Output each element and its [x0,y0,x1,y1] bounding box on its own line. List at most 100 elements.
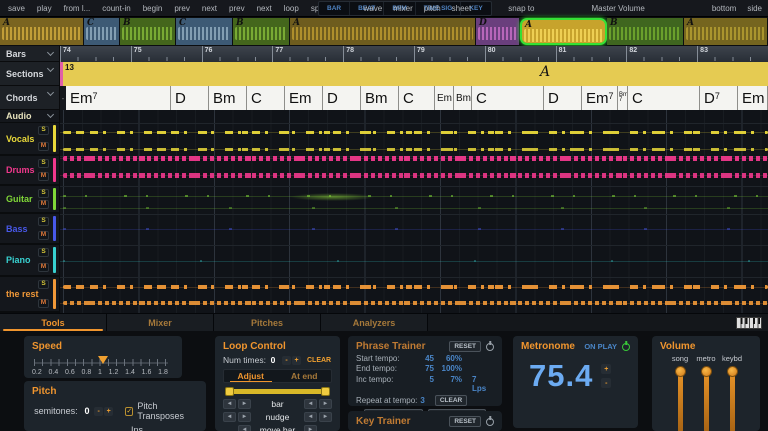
chord-cell[interactable]: Em 7 [66,86,171,110]
ruler-bar-cell[interactable]: 79 [413,46,485,62]
volume-slider-thumb[interactable] [726,366,738,377]
chord-cell[interactable]: Bm7 [454,86,472,110]
ruler-bar-cell[interactable]: 76 [201,46,273,62]
sidebar-row-bars[interactable]: Bars [0,46,60,62]
loop-end-nudge-right-button[interactable]: ► [319,412,332,422]
song-overview-timeline[interactable]: ACBCBADABA [0,17,768,46]
track-header-the-rest[interactable]: the rest S M [0,277,59,313]
chord-cell[interactable]: D7 [700,86,738,110]
solo-button[interactable]: S [38,159,49,168]
loop-clear-button[interactable]: CLEAR [307,357,331,364]
chord-cell[interactable]: Bm7 [618,86,628,110]
volume-slider[interactable] [700,366,712,431]
toolbar-item[interactable]: pitch [424,4,441,13]
overview-section-b-8[interactable]: B [607,18,684,45]
overview-section-c-1[interactable]: C [84,18,120,45]
ruler-bar-cell[interactable]: 80 [484,46,556,62]
mute-button[interactable]: M [38,299,49,308]
piano-keyboard-icon[interactable] [736,317,762,329]
volume-slider-thumb[interactable] [674,366,686,377]
loop-start-nudge-right-button[interactable]: ► [238,412,251,422]
overview-section-d-6[interactable]: D [476,18,520,45]
toolbar-item[interactable]: sheet [452,4,472,13]
chord-cell[interactable]: Em [435,86,454,110]
tab-tools[interactable]: Tools [0,314,107,331]
solo-button[interactable]: S [38,217,49,226]
chord-cell[interactable]: C [628,86,700,110]
loop-end-bar-right-button[interactable]: ► [319,399,332,409]
toolbar-item[interactable]: bottom [712,4,736,13]
tab-pitches[interactable]: Pitches [214,314,321,331]
toolbar-item[interactable]: side [747,4,762,13]
key-trainer-power-icon[interactable] [486,417,494,426]
overview-section-b-4[interactable]: B [233,18,290,45]
tab-analyzers[interactable]: Analyzers [321,314,428,331]
toolbar-item[interactable]: prev [174,4,190,13]
metronome-power-icon[interactable] [622,342,630,351]
insert-button[interactable]: BAR [319,2,351,15]
loop-range-slider[interactable] [223,387,332,396]
volume-slider[interactable] [674,366,686,431]
move-bar-right-button[interactable]: ► [304,425,317,431]
toolbar-item[interactable]: play [37,4,52,13]
track-header-drums[interactable]: Drums S M [0,156,59,186]
sidebar-row-audio[interactable]: Audio [0,110,59,123]
chord-cell[interactable]: C [399,86,435,110]
toolbar-item[interactable]: mixer [393,4,413,13]
sidebar-row-sections[interactable]: Sections [0,62,60,86]
toolbar-item[interactable]: save [8,4,25,13]
metronome-on-play-label[interactable]: ON PLAY [584,342,617,351]
mute-button[interactable]: M [38,200,49,209]
overview-section-a-9[interactable]: A [684,18,768,45]
chord-cell[interactable]: D [323,86,361,110]
ruler-bar-cell[interactable]: 78 [343,46,414,62]
track-header-piano[interactable]: Piano S M [0,245,59,277]
ruler-bar-cell[interactable]: 75 [130,46,202,62]
loop-start-nudge-left-button[interactable]: ◄ [223,412,236,422]
metronome-bpm-increment-button[interactable]: + [601,364,612,374]
mute-button[interactable]: M [38,231,49,240]
chord-cell[interactable]: Em [738,86,768,110]
overview-section-a-5[interactable]: A [290,18,476,45]
overview-section-a-0[interactable]: A [0,18,84,45]
toolbar-item[interactable]: Master Volume [591,4,644,13]
toolbar-item[interactable]: wave [364,4,383,13]
speed-slider-thumb[interactable] [98,356,108,364]
track-header-guitar[interactable]: Guitar S M [0,186,59,214]
phrase-clear-button[interactable]: CLEAR [434,394,468,406]
num-times-decrement-button[interactable]: - [281,355,291,365]
overview-section-b-2[interactable]: B [120,18,176,45]
toolbar-item[interactable]: count-in [102,4,130,13]
chord-cell[interactable]: D [171,86,209,110]
toolbar-item[interactable]: next [202,4,217,13]
loop-start-bar-left-button[interactable]: ◄ [223,399,236,409]
solo-button[interactable]: S [38,126,49,135]
loop-end-handle[interactable] [321,387,330,396]
key-trainer-reset-button[interactable]: RESET [449,416,481,427]
track-header-bass[interactable]: Bass S M [0,214,59,245]
num-times-increment-button[interactable]: + [291,355,301,365]
pitch-transposes-checkbox[interactable]: ✓ [125,406,134,416]
volume-slider[interactable] [726,366,738,431]
ruler-bar-cell[interactable]: 83 [697,46,768,62]
chord-cell[interactable]: Em [285,86,323,110]
mute-button[interactable]: M [38,142,49,151]
ruler-bar-cell[interactable]: 81 [555,46,627,62]
phrase-trainer-reset-button[interactable]: RESET [449,341,481,352]
ruler-bar-cell[interactable]: 77 [272,46,344,62]
section-band[interactable]: 13 A [60,62,768,86]
loop-start-bar-right-button[interactable]: ► [238,399,251,409]
toolbar-item[interactable]: begin [143,4,163,13]
metronome-bpm-decrement-button[interactable]: - [601,378,612,388]
chord-cell[interactable]: D [544,86,582,110]
loop-start-handle[interactable] [225,387,234,396]
sidebar-row-chords[interactable]: Chords [0,86,60,110]
solo-button[interactable]: S [38,248,49,257]
chord-cell[interactable]: Bm [361,86,399,110]
loop-end-nudge-left-button[interactable]: ◄ [304,412,317,422]
chord-cell[interactable]: Em 7 [582,86,618,110]
waveform-display-area[interactable] [60,110,768,313]
solo-button[interactable]: S [38,280,49,289]
toolbar-item[interactable]: next [257,4,272,13]
semitones-decrement-button[interactable]: - [94,406,104,416]
